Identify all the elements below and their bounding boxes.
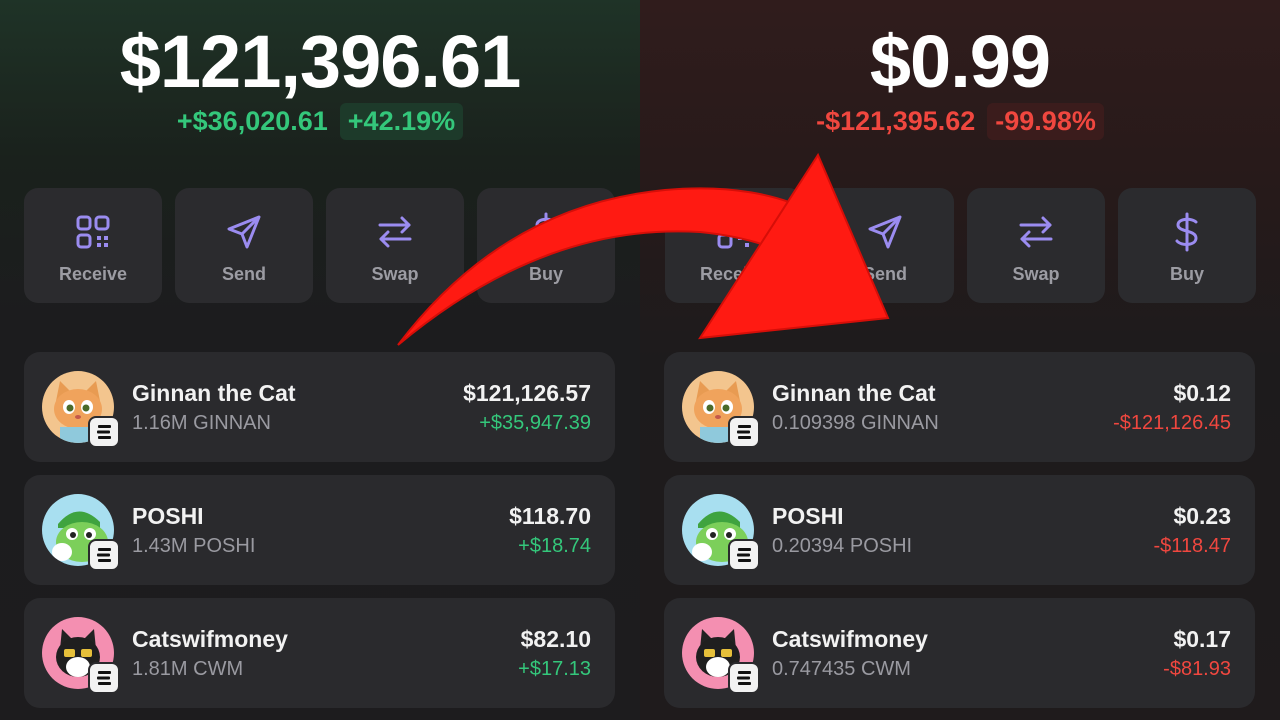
- token-row[interactable]: Ginnan the Cat 1.16M GINNAN $121,126.57 …: [24, 352, 615, 462]
- change-percent-badge: +42.19%: [339, 103, 464, 140]
- receive-button[interactable]: Receive: [24, 188, 162, 303]
- dollar-icon: [1167, 212, 1207, 252]
- solana-chain-badge: [728, 539, 760, 571]
- swap-icon: [375, 212, 415, 252]
- change-amount: +$36,020.61: [176, 106, 328, 136]
- token-change: -$118.47: [1153, 535, 1231, 557]
- token-value: $0.12: [1173, 380, 1231, 406]
- token-change: -$121,126.45: [1113, 412, 1231, 434]
- swap-button[interactable]: Swap: [326, 188, 464, 303]
- total-balance: $121,396.61: [119, 20, 522, 103]
- token-quantity: 0.747435 CWM: [772, 658, 911, 680]
- token-change: +$35,947.39: [479, 412, 591, 434]
- token-value: $0.23: [1173, 503, 1231, 529]
- dollar-icon: [526, 212, 566, 252]
- change-amount: -$121,395.62: [816, 106, 976, 136]
- swap-icon: [1016, 212, 1056, 252]
- token-change: -$81.93: [1163, 658, 1231, 680]
- token-name: POSHI: [772, 503, 844, 529]
- token-name: Ginnan the Cat: [772, 380, 936, 406]
- solana-chain-badge: [88, 539, 120, 571]
- token-row[interactable]: Catswifmoney 0.747435 CWM $0.17 -$81.93: [664, 598, 1255, 708]
- token-name: Catswifmoney: [132, 626, 288, 652]
- qr-code-icon: [714, 212, 754, 252]
- token-value: $82.10: [520, 626, 591, 652]
- swap-button[interactable]: Swap: [967, 188, 1105, 303]
- token-quantity: 1.16M GINNAN: [132, 412, 271, 434]
- wallet-before-panel: $121,396.61 +$36,020.61 +42.19% Receive: [0, 0, 640, 720]
- token-row[interactable]: POSHI 1.43M POSHI $118.70 +$18.74: [24, 475, 615, 585]
- token-quantity: 1.81M CWM: [132, 658, 244, 680]
- token-value: $118.70: [509, 503, 591, 529]
- token-value: $0.17: [1173, 626, 1231, 652]
- send-icon: [865, 212, 905, 252]
- balance-change: +$36,020.61 +42.19%: [0, 103, 640, 140]
- send-label: Send: [862, 264, 907, 284]
- receive-button[interactable]: Receive: [665, 188, 803, 303]
- solana-chain-badge: [88, 662, 120, 694]
- token-name: Catswifmoney: [772, 626, 928, 652]
- send-button[interactable]: Send: [175, 188, 313, 303]
- receive-label: Receive: [699, 264, 769, 284]
- token-row[interactable]: Ginnan the Cat 0.109398 GINNAN $0.12 -$1…: [664, 352, 1255, 462]
- buy-label: Buy: [528, 264, 563, 284]
- qr-code-icon: [73, 212, 113, 252]
- send-icon: [224, 212, 264, 252]
- solana-chain-badge: [728, 662, 760, 694]
- solana-chain-badge: [728, 416, 760, 448]
- swap-label: Swap: [371, 264, 419, 284]
- buy-button[interactable]: Buy: [477, 188, 615, 303]
- buy-button[interactable]: Buy: [1118, 188, 1256, 303]
- change-percent-badge: -99.98%: [987, 103, 1104, 140]
- token-name: POSHI: [132, 503, 204, 529]
- token-change: +$18.74: [518, 535, 591, 557]
- token-name: Ginnan the Cat: [132, 380, 296, 406]
- token-quantity: 0.20394 POSHI: [772, 535, 913, 557]
- solana-chain-badge: [88, 416, 120, 448]
- token-quantity: 0.109398 GINNAN: [772, 412, 939, 434]
- token-change: +$17.13: [518, 658, 591, 680]
- receive-label: Receive: [58, 264, 128, 284]
- wallet-after-panel: $0.99 -$121,395.62 -99.98% Receive Send …: [640, 0, 1280, 720]
- token-value: $121,126.57: [463, 380, 591, 406]
- buy-label: Buy: [1169, 264, 1204, 284]
- send-button[interactable]: Send: [816, 188, 954, 303]
- token-row[interactable]: POSHI 0.20394 POSHI $0.23 -$118.47: [664, 475, 1255, 585]
- swap-label: Swap: [1012, 264, 1060, 284]
- token-row[interactable]: Catswifmoney 1.81M CWM $82.10 +$17.13: [24, 598, 615, 708]
- send-label: Send: [221, 264, 266, 284]
- token-quantity: 1.43M POSHI: [132, 535, 256, 557]
- balance-change: -$121,395.62 -99.98%: [640, 103, 1280, 140]
- total-balance: $0.99: [869, 20, 1051, 103]
